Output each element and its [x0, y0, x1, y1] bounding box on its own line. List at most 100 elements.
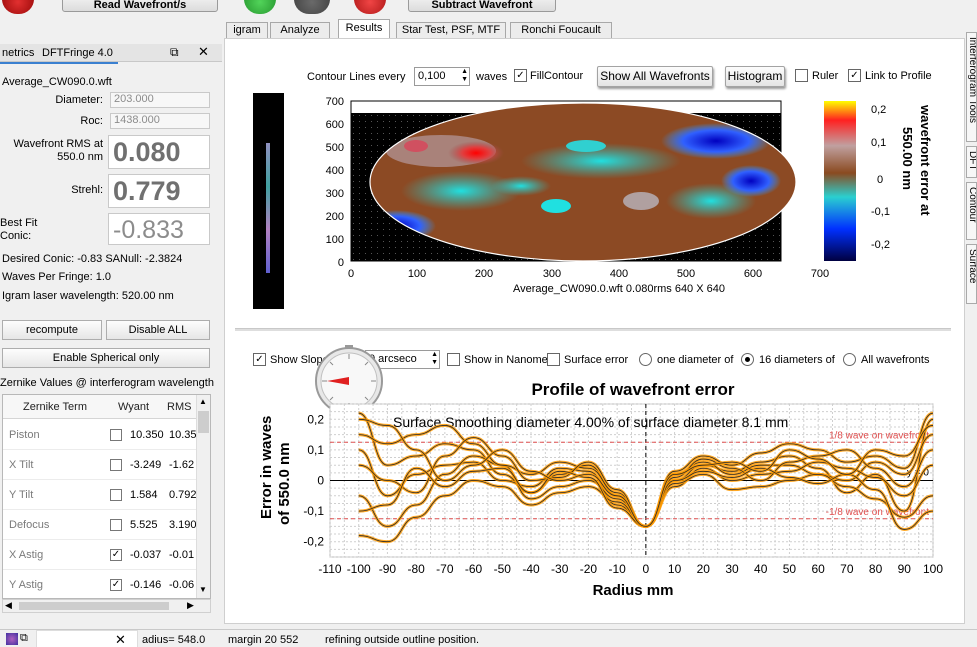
x-tick-label: 30 [725, 562, 739, 576]
ok-button[interactable] [244, 0, 276, 14]
tab-ronchi-foucault[interactable]: Ronchi Foucault [510, 22, 612, 38]
contour-x-tick: 100 [408, 268, 426, 280]
sixteen-diameters-radio[interactable] [741, 353, 754, 366]
all-wavefronts-label: All wavefronts [861, 354, 930, 366]
contour-x-tick: 600 [744, 268, 762, 280]
fill-contour-checkbox[interactable]: ✓ [514, 69, 527, 82]
x-tick-label: 10 [668, 562, 682, 576]
scroll-left-icon[interactable]: ◀ [5, 600, 12, 611]
link-profile-checkbox[interactable]: ✓ [848, 69, 861, 82]
table-row[interactable]: X Astig ✓ -0.037 -0.01 [3, 540, 196, 570]
zernike-checkbox[interactable] [110, 459, 122, 471]
table-row[interactable]: Y Astig ✓ -0.146 -0.06 [3, 570, 196, 598]
tab-interferogram-tools[interactable]: Interferogram Tools [966, 32, 977, 142]
roc-field[interactable]: 1438.000 [110, 113, 210, 129]
colorbar [824, 101, 856, 261]
scroll-right-icon[interactable]: ▶ [187, 600, 194, 611]
colorbar-title-line1: wavefront error at [918, 104, 933, 216]
x-tick-label: -70 [436, 562, 454, 576]
float-icon[interactable]: ⧉ [170, 45, 179, 60]
table-row[interactable]: Defocus 5.525 3.190 [3, 510, 197, 540]
y-tick-label: 0,1 [307, 443, 324, 457]
subtract-wavefront-button[interactable]: Subtract Wavefront [408, 0, 556, 12]
x-tick-label: 0 [643, 562, 650, 576]
zernike-vertical-scrollbar[interactable]: ▲ ▼ [196, 395, 210, 598]
y-axis-label-line2: of 550.0 nm [276, 442, 293, 525]
scroll-down-icon[interactable]: ▼ [199, 585, 207, 594]
zernike-rms: -1.62 [169, 459, 195, 471]
read-wavefronts-button[interactable]: Read Wavefront/s [62, 0, 218, 12]
show-nanometers-checkbox[interactable] [447, 353, 460, 366]
tab-surface[interactable]: Surface [966, 244, 977, 304]
contour-spinbox[interactable]: 0,100 ▲ ▼ [414, 67, 470, 86]
ruler-checkbox[interactable] [795, 69, 808, 82]
table-row[interactable]: Piston 10.350 10.35 [3, 420, 197, 450]
app-icon [6, 633, 18, 645]
restore-icon[interactable]: ⧉ [20, 632, 28, 645]
zernike-checkbox[interactable]: ✓ [110, 549, 122, 561]
x-tick-label: 50 [783, 562, 797, 576]
tab-igram[interactable]: igram [226, 22, 268, 38]
recompute-button[interactable]: recompute [2, 320, 102, 340]
zernike-checkbox[interactable] [110, 489, 122, 501]
file-name: Average_CW090.0.wft [2, 76, 112, 88]
contour-y-tick: 500 [326, 142, 344, 154]
colorbar-ticks: 0,2 0,1 0 -0,1 -0,2 [871, 104, 890, 251]
x-tick-label: 70 [840, 562, 854, 576]
diameter-field[interactable]: 203.000 [110, 92, 210, 108]
splitter[interactable] [235, 328, 951, 331]
desired-conic: Desired Conic: -0.83 SANull: -2.3824 [2, 253, 183, 265]
one-diameter-radio[interactable] [639, 353, 652, 366]
x-tick-label: -80 [407, 562, 425, 576]
tab-contour[interactable]: Contour [966, 182, 977, 240]
x-tick-label: -10 [608, 562, 626, 576]
scroll-up-icon[interactable]: ▲ [199, 397, 207, 406]
x-tick-label: 80 [869, 562, 883, 576]
zernike-header-rms: RMS [167, 401, 192, 413]
table-row[interactable]: Y Tilt 1.584 0.792 [3, 480, 197, 510]
close-icon[interactable]: ✕ [198, 44, 209, 60]
histogram-button[interactable]: Histogram [725, 66, 785, 87]
zernike-checkbox[interactable]: ✓ [110, 579, 122, 591]
show-all-wavefronts-button[interactable]: Show All Wavefronts [597, 66, 713, 87]
mini-window[interactable]: ✕ [36, 630, 138, 647]
zernike-wyant: -0.146 [130, 579, 162, 591]
dock-title-left: netrics [2, 47, 35, 59]
y-axis-label-line1: Error in waves [258, 416, 275, 519]
contour-spinbox-value: 0,100 [418, 70, 446, 82]
cancel-button[interactable] [354, 0, 386, 14]
zernike-horizontal-scrollbar[interactable]: ◀ ▶ [2, 599, 211, 613]
table-row[interactable]: X Tilt -3.249 -1.62 [3, 450, 196, 480]
enable-spherical-button[interactable]: Enable Spherical only [2, 348, 210, 368]
colorbar-title-line2: 550.00 nm [900, 127, 915, 190]
surface-error-checkbox[interactable] [547, 353, 560, 366]
zernike-checkbox[interactable] [110, 519, 122, 531]
zernike-rms: 10.35 [169, 429, 197, 441]
spin-arrows-icon[interactable]: ▲ ▼ [431, 351, 438, 367]
tab-analyze[interactable]: Analyze [270, 22, 330, 38]
contour-y-tick: 400 [326, 165, 344, 177]
zernike-rms: 3.190 [169, 519, 197, 531]
contour-y-tick: 600 [326, 119, 344, 131]
ruler-label: Ruler [812, 70, 839, 82]
contour-x-tick: 400 [610, 268, 628, 280]
spin-arrows-icon[interactable]: ▲ ▼ [461, 68, 468, 84]
close-icon[interactable]: ✕ [115, 632, 126, 647]
scroll-thumb[interactable] [198, 411, 209, 433]
x-axis-label: Radius mm [593, 582, 674, 599]
tab-results[interactable]: Results [338, 19, 390, 39]
disable-all-button[interactable]: Disable ALL [106, 320, 210, 340]
tab-dft[interactable]: DFT [966, 146, 977, 178]
all-wavefronts-radio[interactable] [843, 353, 856, 366]
hscroll-thumb[interactable] [19, 602, 169, 610]
x-tick-label: -60 [465, 562, 483, 576]
zernike-checkbox[interactable] [110, 429, 122, 441]
x-tick-label: 40 [754, 562, 768, 576]
x-tick-label: -110 [318, 562, 341, 576]
tab-star-test[interactable]: Star Test, PSF, MTF [396, 22, 506, 38]
stop-button[interactable] [2, 0, 34, 14]
show-slope-checkbox[interactable]: ✓ [253, 353, 266, 366]
edge-profile-icon [266, 143, 270, 273]
contour-x-tick: 200 [475, 268, 493, 280]
link-profile-label: Link to Profile [865, 70, 932, 82]
